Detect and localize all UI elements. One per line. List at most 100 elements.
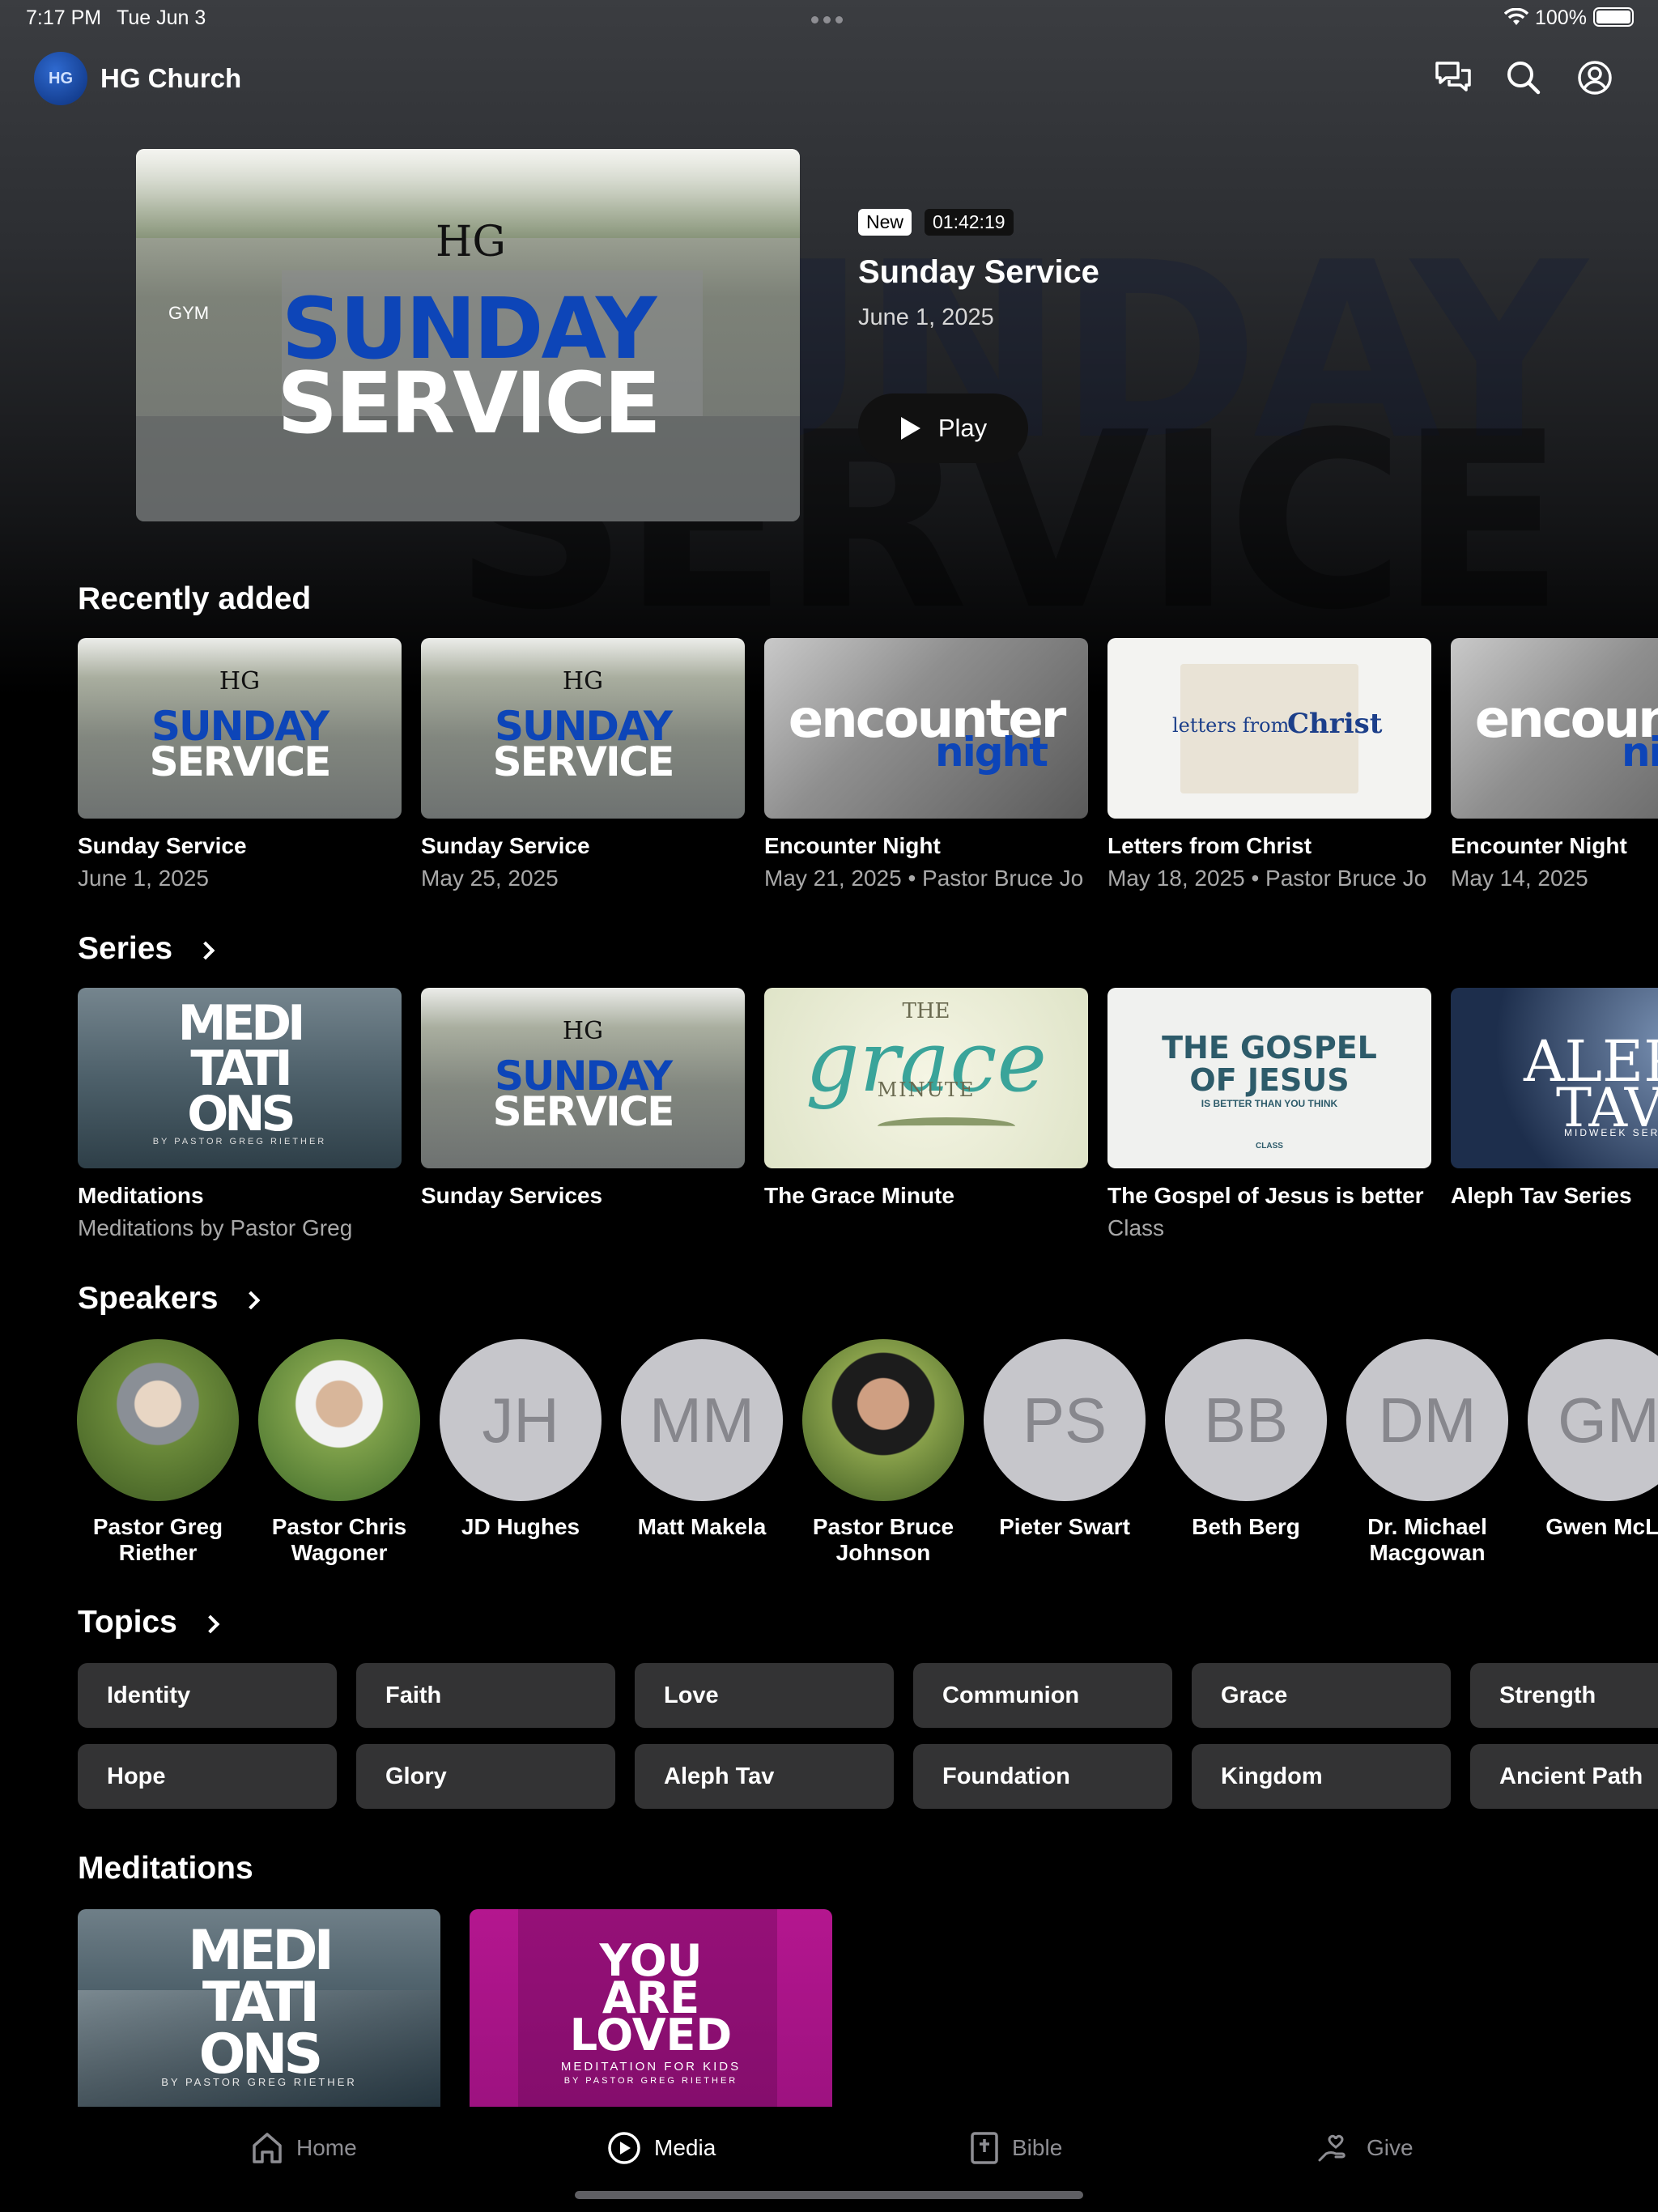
series-3-l2: OF JESUS xyxy=(1189,1062,1350,1098)
account-icon[interactable] xyxy=(1577,60,1613,100)
topic-chip[interactable]: Ancient Path xyxy=(1470,1744,1658,1809)
recently_added-card[interactable]: HG SUNDAY SERVICE Sunday Service May 25, 202… xyxy=(421,638,745,891)
tab-home-label: Home xyxy=(296,2135,357,2160)
topic-chip[interactable]: Glory xyxy=(356,1744,615,1809)
battery-icon xyxy=(1593,7,1634,27)
hero-artwork[interactable]: HG GYM SUNDAY SERVICE xyxy=(136,149,800,521)
bible-icon xyxy=(971,2132,998,2164)
app-name: HG Church xyxy=(100,63,242,93)
recently_added-card-title: Sunday Service xyxy=(78,833,247,858)
recently_added-card-subtitle: May 14, 2025 xyxy=(1451,866,1588,891)
speaker-item[interactable]: BB Beth Berg xyxy=(1161,1339,1331,1540)
series-title[interactable]: Series xyxy=(78,931,172,967)
hg-logo-mark: HG xyxy=(436,218,506,266)
series-3-art: THE GOSPEL OF JESUS IS BETTER THAN YOU THI… xyxy=(1107,988,1431,1168)
tab-home[interactable]: Home xyxy=(251,2131,357,2165)
recently_added-card[interactable]: encounternight Encounter Night May 14, 202… xyxy=(1451,638,1658,891)
speaker-item[interactable]: GM Gwen McLe xyxy=(1524,1339,1658,1540)
speaker-avatar: MM xyxy=(621,1339,783,1501)
series-1-line2: SERVICE xyxy=(492,1088,675,1135)
speaker-name: JD Hughes xyxy=(461,1514,580,1539)
speaker-item[interactable]: Pastor Chris Wagoner xyxy=(254,1339,424,1566)
series-card[interactable]: HG SUNDAY SERVICE Sunday Services xyxy=(421,988,745,1209)
recently-added-title: Recently added xyxy=(78,581,312,616)
speaker-avatar: PS xyxy=(984,1339,1146,1501)
series-2-minute: MINUTE xyxy=(877,1078,976,1101)
speaker-name: Pastor Bruce Johnson xyxy=(812,1514,954,1565)
loved-art-4: MEDITATION FOR KIDS xyxy=(560,2060,742,2074)
recently_added-2-art: encounter night xyxy=(764,638,1088,819)
recently_added-card[interactable]: HG SUNDAY SERVICE Sunday Service June 1, 202… xyxy=(78,638,402,891)
topic-chip[interactable]: Strength xyxy=(1470,1663,1658,1728)
recently_added-2-line2: night xyxy=(934,729,1048,776)
series-0-art: MEDI TATI ONS BY PASTOR GREG RIETHER xyxy=(78,988,402,1168)
series-0-by: BY PASTOR GREG RIETHER xyxy=(152,1137,327,1146)
topic-chip[interactable]: Communion xyxy=(913,1663,1172,1728)
series-2-swoosh xyxy=(878,1117,1015,1135)
speaker-item[interactable]: PS Pieter Swart xyxy=(980,1339,1150,1540)
recently_added-0-art: HG SUNDAY SERVICE xyxy=(78,638,402,819)
recently_added-1-line2: SERVICE xyxy=(492,738,675,785)
speaker-name: Pieter Swart xyxy=(999,1514,1130,1539)
speaker-name: Pastor Chris Wagoner xyxy=(271,1514,407,1565)
home-indicator xyxy=(575,2191,1083,2199)
recently_added-card[interactable]: encounter night Encounter Night May 21, 202… xyxy=(764,638,1088,891)
series-card[interactable]: MEDI TATI ONS BY PASTOR GREG RIETHER Meditat… xyxy=(78,988,402,1241)
series-card[interactable]: THE grace MINUTE The Grace Minute xyxy=(764,988,1088,1209)
speaker-item[interactable]: DM Dr. Michael Macgowan xyxy=(1342,1339,1512,1566)
series-2-art: THE grace MINUTE xyxy=(764,988,1088,1168)
topic-chip[interactable]: Grace xyxy=(1192,1663,1451,1728)
recently_added-card-title: Encounter Night xyxy=(764,833,941,858)
speakers-chevron-icon[interactable] xyxy=(241,1291,261,1310)
hero-art-line2: SERVICE xyxy=(277,354,661,453)
topic-chip[interactable]: Kingdom xyxy=(1192,1744,1451,1809)
series-1-art: HG SUNDAY SERVICE xyxy=(421,988,745,1168)
chat-icon[interactable] xyxy=(1435,60,1472,100)
search-icon[interactable] xyxy=(1506,60,1541,100)
you-are-loved-card[interactable]: YOU ARE LOVED MEDITATION FOR KIDS BY PAS… xyxy=(470,1909,832,2107)
recently_added-card[interactable]: letters from Christ Letters from Christ May… xyxy=(1107,638,1431,891)
play-circle-icon xyxy=(608,2132,640,2164)
tab-give[interactable]: Give xyxy=(1318,2131,1414,2165)
speaker-item[interactable]: Pastor Greg Riether xyxy=(73,1339,243,1566)
play-button[interactable]: Play xyxy=(858,393,1028,463)
series-0-med3: ONS xyxy=(187,1086,295,1142)
speaker-avatar: GM xyxy=(1528,1339,1658,1501)
multitask-dots-icon[interactable] xyxy=(811,16,847,24)
speaker-avatar: BB xyxy=(1165,1339,1327,1501)
speaker-avatar: JH xyxy=(440,1339,602,1501)
speaker-avatar xyxy=(802,1339,964,1501)
speakers-title[interactable]: Speakers xyxy=(78,1281,218,1317)
topic-chip[interactable]: Hope xyxy=(78,1744,337,1809)
meditations-card[interactable]: MEDI TATI ONS BY PASTOR GREG RIETHER xyxy=(78,1909,440,2107)
tab-media[interactable]: Media xyxy=(607,2131,716,2165)
series-card[interactable]: THE GOSPEL OF JESUS IS BETTER THAN YOU THI… xyxy=(1107,988,1431,1241)
recently_added-3-line1: letters from xyxy=(1172,714,1290,737)
tab-bible[interactable]: Bible xyxy=(970,2131,1062,2165)
church-logo[interactable]: HG xyxy=(34,52,87,105)
new-badge: New xyxy=(858,209,912,236)
series-card[interactable]: ALEPHTAVMIDWEEK SERIES Aleph Tav Series xyxy=(1451,988,1658,1209)
series-chevron-icon[interactable] xyxy=(196,941,215,960)
speaker-name: Pastor Greg Riether xyxy=(92,1514,223,1565)
topics-title[interactable]: Topics xyxy=(78,1605,177,1640)
loved-art-5: BY PASTOR GREG RIETHER xyxy=(563,2076,738,2086)
topic-chip[interactable]: Love xyxy=(635,1663,894,1728)
topic-chip[interactable]: Aleph Tav xyxy=(635,1744,894,1809)
topics-chevron-icon[interactable] xyxy=(201,1614,220,1634)
speaker-item[interactable]: MM Matt Makela xyxy=(617,1339,787,1540)
topic-chip[interactable]: Foundation xyxy=(913,1744,1172,1809)
topic-chip[interactable]: Identity xyxy=(78,1663,337,1728)
series-4-art: ALEPHTAVMIDWEEK SERIES xyxy=(1451,988,1658,1168)
home-icon xyxy=(253,2133,282,2163)
speaker-item[interactable]: JH JD Hughes xyxy=(436,1339,606,1540)
speaker-item[interactable]: Pastor Bruce Johnson xyxy=(798,1339,968,1566)
series-4-l3: MIDWEEK SERIES xyxy=(1564,1127,1658,1138)
recently_added-card-subtitle: May 21, 2025 • Pastor Bruce Jo xyxy=(764,866,1084,891)
series-3-l4: CLASS xyxy=(1256,1142,1283,1151)
speaker-name: Matt Makela xyxy=(637,1514,767,1539)
topic-chip[interactable]: Faith xyxy=(356,1663,615,1728)
speaker-name: Dr. Michael Macgowan xyxy=(1367,1514,1487,1565)
recently_added-card-subtitle: May 25, 2025 xyxy=(421,866,559,891)
tab-give-label: Give xyxy=(1367,2135,1414,2160)
